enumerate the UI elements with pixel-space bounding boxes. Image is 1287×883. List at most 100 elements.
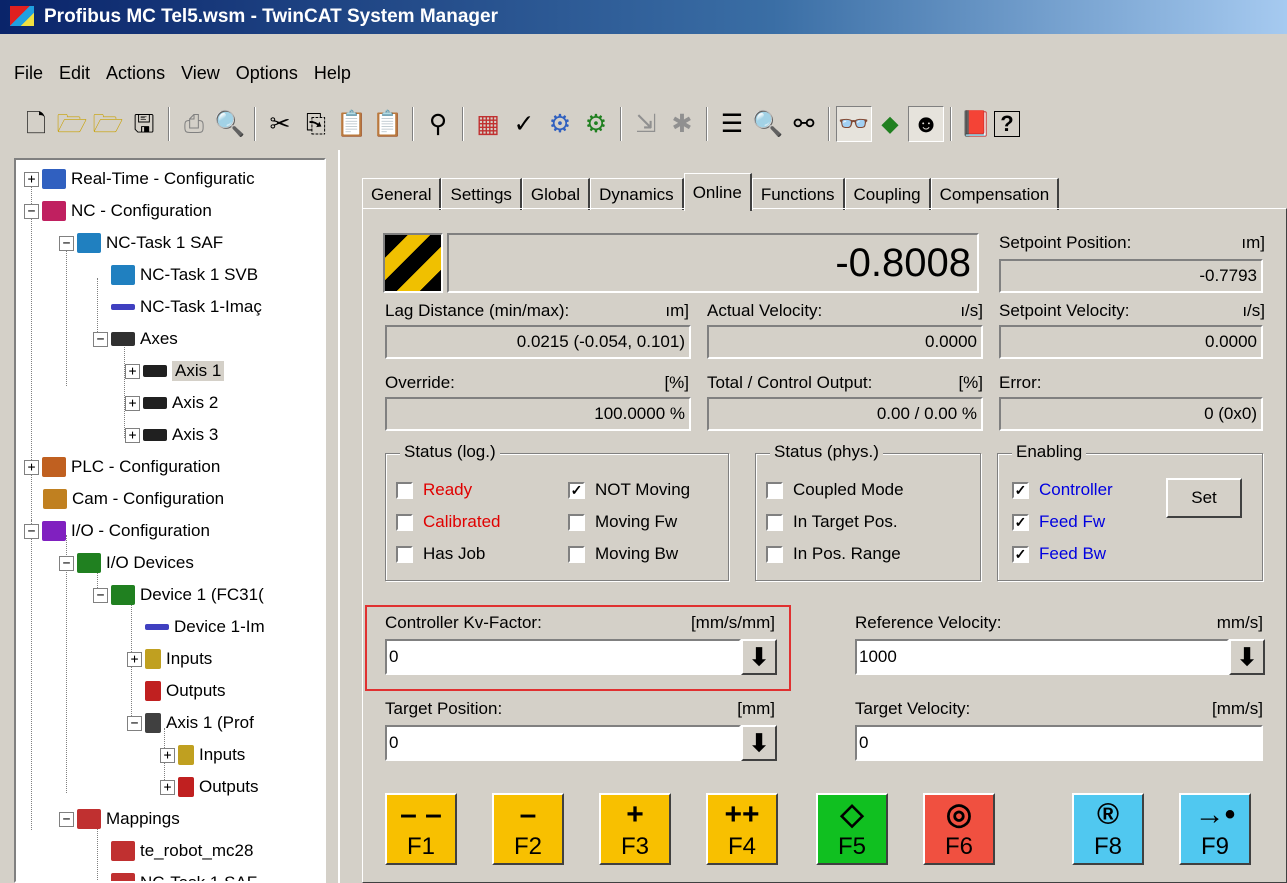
print-icon[interactable]: ⎙ — [176, 106, 212, 142]
activate-configuration-icon[interactable]: ⚙ — [542, 106, 578, 142]
tree-view[interactable]: + Real-Time - Configuratic − NC - Configur… — [14, 158, 326, 883]
tree-node-device-1[interactable]: − Device 1 (FC31( — [93, 580, 264, 610]
expand-plus-icon[interactable]: + — [24, 459, 39, 475]
f9-home-button[interactable]: →• F9 — [1179, 793, 1251, 865]
menu-file[interactable]: File — [0, 63, 51, 84]
tree-node-device-inputs[interactable]: + Inputs — [127, 644, 212, 674]
tab-coupling[interactable]: Coupling — [844, 178, 931, 210]
coupled-mode-checkbox[interactable]: Coupled Mode — [766, 480, 904, 500]
in-target-pos-checkbox[interactable]: In Target Pos. — [766, 512, 898, 532]
f6-stop-button[interactable]: ◎ F6 — [923, 793, 995, 865]
kv-factor-input[interactable]: 0 — [385, 639, 741, 675]
collapse-minus-icon[interactable]: − — [59, 811, 74, 827]
tree-node-axis-3[interactable]: + Axis 3 — [125, 420, 218, 450]
not-moving-checkbox[interactable]: ✓ NOT Moving — [568, 480, 690, 500]
tab-dynamics[interactable]: Dynamics — [590, 178, 684, 210]
collapse-minus-icon[interactable]: − — [93, 331, 108, 347]
print-preview-icon[interactable]: 🔍 — [212, 106, 248, 142]
paste-icon[interactable]: 📋 — [334, 106, 370, 142]
tree-node-mapping-1[interactable]: te_robot_mc28 — [111, 836, 253, 866]
collapse-minus-icon[interactable]: − — [24, 523, 39, 539]
f2-jog-backward-button[interactable]: – F2 — [492, 793, 564, 865]
tree-node-cam[interactable]: Cam - Configuration — [43, 484, 224, 514]
tree-node-axis-1[interactable]: + Axis 1 — [125, 356, 225, 386]
tree-node-axis-1-prof[interactable]: − Axis 1 (Prof — [127, 708, 254, 738]
f5-start-button[interactable]: ◇ F5 — [816, 793, 888, 865]
target-position-submit-button[interactable]: ⬇ — [741, 725, 777, 761]
cut-icon[interactable]: ✂ — [262, 106, 298, 142]
tree-node-nc-task-saf[interactable]: − NC-Task 1 SAF — [59, 228, 223, 258]
f8-reset-button[interactable]: ® F8 — [1072, 793, 1144, 865]
checkbox-box[interactable] — [396, 545, 413, 563]
target-velocity-input[interactable]: 0 — [855, 725, 1263, 761]
title-bar[interactable]: Profibus MC Tel5.wsm - TwinCAT System Ma… — [0, 0, 1287, 34]
tree-node-io[interactable]: − I/O - Configuration — [24, 516, 210, 546]
expand-plus-icon[interactable]: + — [127, 651, 142, 667]
tab-general[interactable]: General — [362, 178, 442, 210]
f4-jog-fast-forward-button[interactable]: ++ F4 — [706, 793, 778, 865]
restart-twincat-icon[interactable]: ⚙ — [578, 106, 614, 142]
checkbox-box[interactable] — [568, 545, 585, 563]
tree-node-axes[interactable]: − Axes — [93, 324, 178, 354]
moving-fw-checkbox[interactable]: Moving Fw — [568, 512, 677, 532]
pane-splitter[interactable] — [330, 150, 338, 883]
menu-help[interactable]: Help — [306, 63, 359, 84]
tree-node-mapping-2[interactable]: NC-Task 1 SAF · — [111, 868, 268, 881]
toggle-free-run-icon[interactable]: ⬥ — [872, 106, 908, 142]
checkbox-box[interactable] — [396, 513, 413, 531]
checkbox-box[interactable] — [766, 513, 783, 531]
tree-node-nc-task-svb[interactable]: NC-Task 1 SVB — [111, 260, 258, 290]
tree-node-io-devices[interactable]: − I/O Devices — [59, 548, 194, 578]
open-folder-icon[interactable]: 🗁 — [54, 106, 90, 142]
set-enabling-button[interactable]: Set — [1166, 478, 1242, 518]
tree-node-nc[interactable]: − NC - Configuration — [24, 196, 212, 226]
feed-fw-checkbox[interactable]: ✓ Feed Fw — [1012, 512, 1105, 532]
tab-settings[interactable]: Settings — [441, 178, 522, 210]
controller-enable-checkbox[interactable]: ✓ Controller — [1012, 480, 1113, 500]
tab-online[interactable]: Online — [683, 173, 752, 211]
save-icon[interactable]: 🖫 — [126, 106, 162, 142]
collapse-minus-icon[interactable]: − — [24, 203, 39, 219]
in-pos-range-checkbox[interactable]: In Pos. Range — [766, 544, 901, 564]
collapse-minus-icon[interactable]: − — [59, 235, 74, 251]
tree-node-realtime[interactable]: + Real-Time - Configuratic — [24, 164, 255, 194]
help-icon[interactable]: ? — [994, 111, 1020, 137]
tree-node-plc[interactable]: + PLC - Configuration — [24, 452, 220, 482]
tree-node-axis-inputs[interactable]: + Inputs — [160, 740, 245, 770]
paste-with-links-icon[interactable]: 📋 — [370, 106, 406, 142]
checkmark-icon[interactable]: ✓ — [568, 481, 585, 499]
expand-plus-icon[interactable]: + — [160, 779, 175, 795]
target-position-input[interactable]: 0 — [385, 725, 741, 761]
check-configuration-icon[interactable]: ✓ — [506, 106, 542, 142]
menu-actions[interactable]: Actions — [98, 63, 173, 84]
menu-view[interactable]: View — [173, 63, 228, 84]
collapse-minus-icon[interactable]: − — [59, 555, 74, 571]
tab-compensation[interactable]: Compensation — [930, 178, 1060, 210]
reference-velocity-submit-button[interactable]: ⬇ — [1229, 639, 1265, 675]
new-file-icon[interactable]: 🗋 — [18, 106, 54, 142]
expand-plus-icon[interactable]: + — [125, 395, 140, 411]
menu-options[interactable]: Options — [228, 63, 306, 84]
tree-node-device-outputs[interactable]: Outputs — [145, 676, 226, 706]
copy-icon[interactable]: ⎘ — [298, 106, 334, 142]
checkbox-box[interactable] — [766, 481, 783, 499]
checkmark-icon[interactable]: ✓ — [1012, 481, 1029, 499]
show-online-data-icon[interactable]: 👓 — [836, 106, 872, 142]
kv-factor-submit-button[interactable]: ⬇ — [741, 639, 777, 675]
stop-icon[interactable]: ✱ — [664, 106, 700, 142]
tree-node-mappings[interactable]: − Mappings — [59, 804, 180, 834]
has-job-checkbox[interactable]: Has Job — [396, 544, 485, 564]
expand-plus-icon[interactable]: + — [24, 171, 39, 187]
scan-devices-icon[interactable]: ⇲ — [628, 106, 664, 142]
target-browser-icon[interactable]: ⚯ — [786, 106, 822, 142]
show-variables-icon[interactable]: ☰ — [714, 106, 750, 142]
open-remote-icon[interactable]: 🗁 — [90, 106, 126, 142]
show-sub-items-icon[interactable]: ☻ — [908, 106, 944, 142]
collapse-minus-icon[interactable]: − — [127, 715, 142, 731]
help-book-icon[interactable]: 📕 — [958, 106, 994, 142]
tab-functions[interactable]: Functions — [751, 178, 845, 210]
checkmark-icon[interactable]: ✓ — [1012, 513, 1029, 531]
expand-plus-icon[interactable]: + — [160, 747, 175, 763]
find-icon[interactable]: ⚲ — [420, 106, 456, 142]
checkbox-box[interactable] — [568, 513, 585, 531]
